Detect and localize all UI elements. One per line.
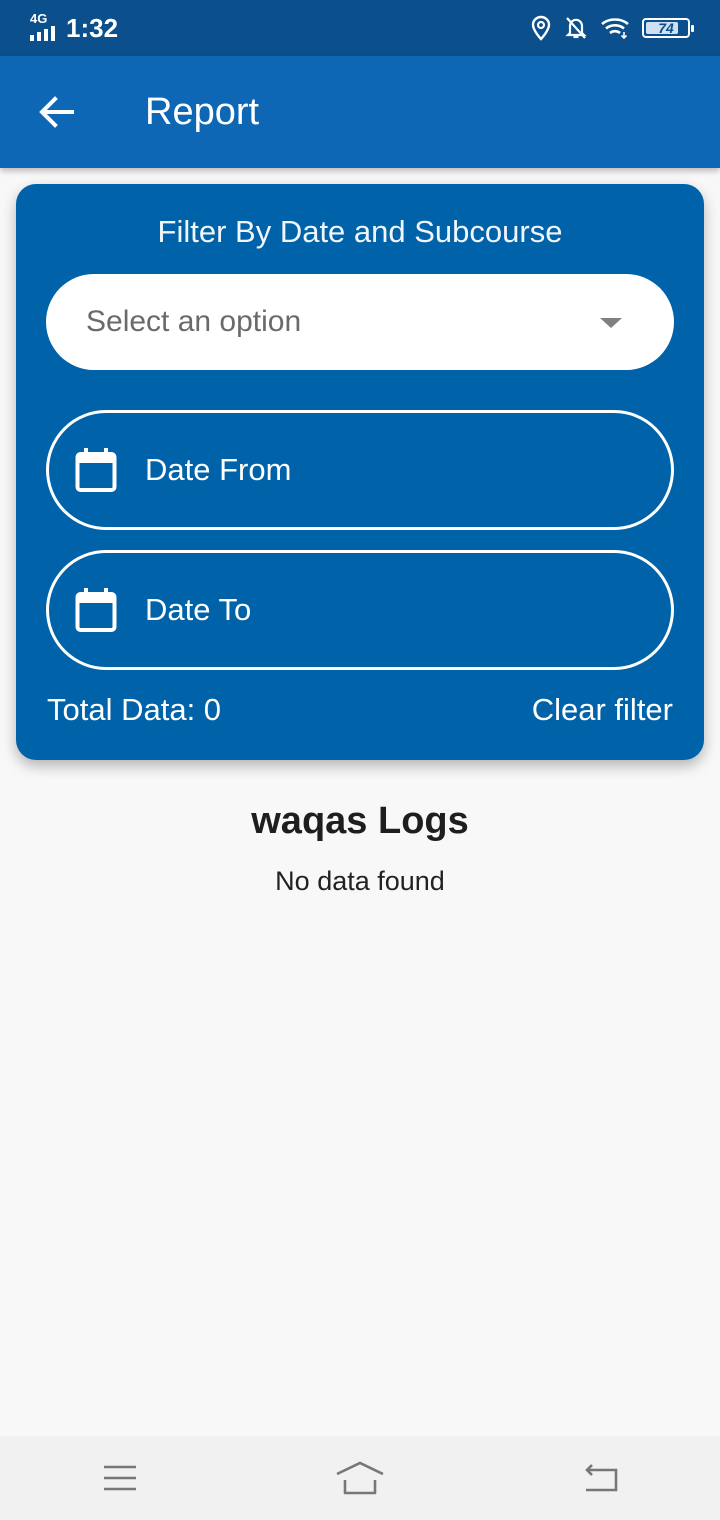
calendar-icon: [75, 448, 117, 492]
nav-home-button[interactable]: [315, 1436, 405, 1520]
status-right: 74: [530, 15, 694, 41]
menu-icon: [104, 1465, 136, 1491]
battery-level: 74: [658, 20, 674, 36]
system-nav-bar: [0, 1436, 720, 1520]
date-to-label: Date To: [145, 592, 252, 627]
status-left: 4G 1:32: [30, 11, 119, 44]
arrow-left-icon: [39, 96, 74, 128]
empty-message: No data found: [275, 866, 445, 896]
nav-back-button[interactable]: [555, 1436, 645, 1520]
date-from-field[interactable]: Date From: [46, 410, 674, 530]
caret-down-icon: [600, 318, 622, 328]
bell-off-icon: [565, 17, 587, 39]
signal-icon: 4G: [30, 11, 60, 43]
subcourse-select[interactable]: Select an option: [46, 274, 674, 370]
app-bar: Report: [0, 56, 720, 168]
status-time: 1:32: [66, 12, 119, 43]
battery-indicator: 74: [642, 18, 694, 38]
clear-filter-button[interactable]: Clear filter: [532, 692, 673, 728]
date-from-label: Date From: [145, 452, 292, 487]
filter-title: Filter By Date and Subcourse: [157, 214, 563, 249]
back-icon: [585, 1464, 618, 1492]
home-icon: [336, 1461, 384, 1495]
nav-menu-button[interactable]: [75, 1436, 165, 1520]
total-data-count: Total Data: 0: [47, 692, 222, 727]
status-bar: 4G 1:32 74: [0, 0, 720, 56]
logs-title: waqas Logs: [251, 800, 469, 842]
select-placeholder: Select an option: [86, 305, 302, 338]
calendar-icon: [75, 588, 117, 632]
back-button[interactable]: [0, 56, 112, 168]
location-icon: [531, 15, 551, 41]
network-type: 4G: [30, 11, 48, 26]
wifi-icon: [601, 18, 629, 40]
date-to-field[interactable]: Date To: [46, 550, 674, 670]
page-title: Report: [145, 90, 260, 133]
